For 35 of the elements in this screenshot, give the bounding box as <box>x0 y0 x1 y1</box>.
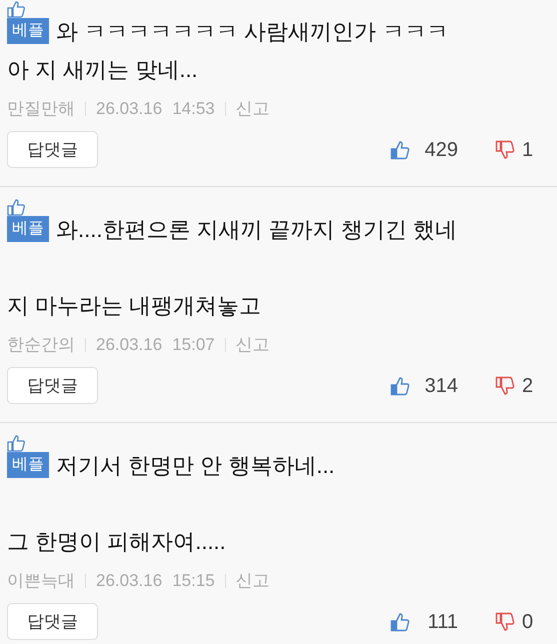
dislike-button[interactable]: 0 <box>495 606 550 636</box>
author-name: 이쁜늑대 <box>7 570 75 592</box>
comment-time: 14:53 <box>172 98 215 120</box>
dislike-button[interactable]: 2 <box>495 370 550 400</box>
author-name: 한순간의 <box>7 334 75 356</box>
best-badge: 베플 <box>7 216 49 242</box>
comment-text: 아 지 새끼는 맞네... <box>7 56 198 84</box>
thumbs-up-icon <box>7 198 25 216</box>
author-name: 만질만해 <box>7 98 75 120</box>
thumbs-up-icon <box>390 140 410 160</box>
reply-button[interactable]: 답댓글 <box>7 367 98 404</box>
comment-text: 와....한편으론 지새끼 끝까지 챙기긴 했네 <box>56 216 457 244</box>
thumbs-down-icon <box>495 140 515 160</box>
like-button[interactable]: 429 <box>390 134 458 164</box>
comment-date: 26.03.16 <box>96 98 162 120</box>
comment-date: 26.03.16 <box>96 570 162 592</box>
thumbs-down-icon <box>495 612 515 632</box>
best-badge: 베플 <box>7 18 49 44</box>
comment-time: 15:15 <box>172 570 215 592</box>
dislike-button[interactable]: 1 <box>495 134 550 164</box>
like-button[interactable]: 111 <box>390 606 458 636</box>
reply-button[interactable]: 답댓글 <box>7 131 98 168</box>
thumbs-down-icon <box>495 376 515 396</box>
comment-text: 와 ㅋㅋㅋㅋㅋㅋㅋ 사람새끼인가 ㅋㅋㅋ <box>56 18 448 46</box>
comment-text: 지 마누라는 내팽개쳐놓고 <box>7 292 262 320</box>
like-button[interactable]: 314 <box>390 370 458 400</box>
thumbs-up-icon <box>390 612 410 632</box>
thumbs-up-icon <box>390 376 410 396</box>
comment-time: 15:07 <box>172 334 215 356</box>
comment-date: 26.03.16 <box>96 334 162 356</box>
thumbs-up-icon <box>7 434 25 452</box>
comment-text: 저기서 한명만 안 행복하네... <box>56 452 335 480</box>
reply-button[interactable]: 답댓글 <box>7 603 98 640</box>
best-badge: 베플 <box>7 452 49 478</box>
comment-text: 그 한명이 피해자여..... <box>7 528 226 556</box>
